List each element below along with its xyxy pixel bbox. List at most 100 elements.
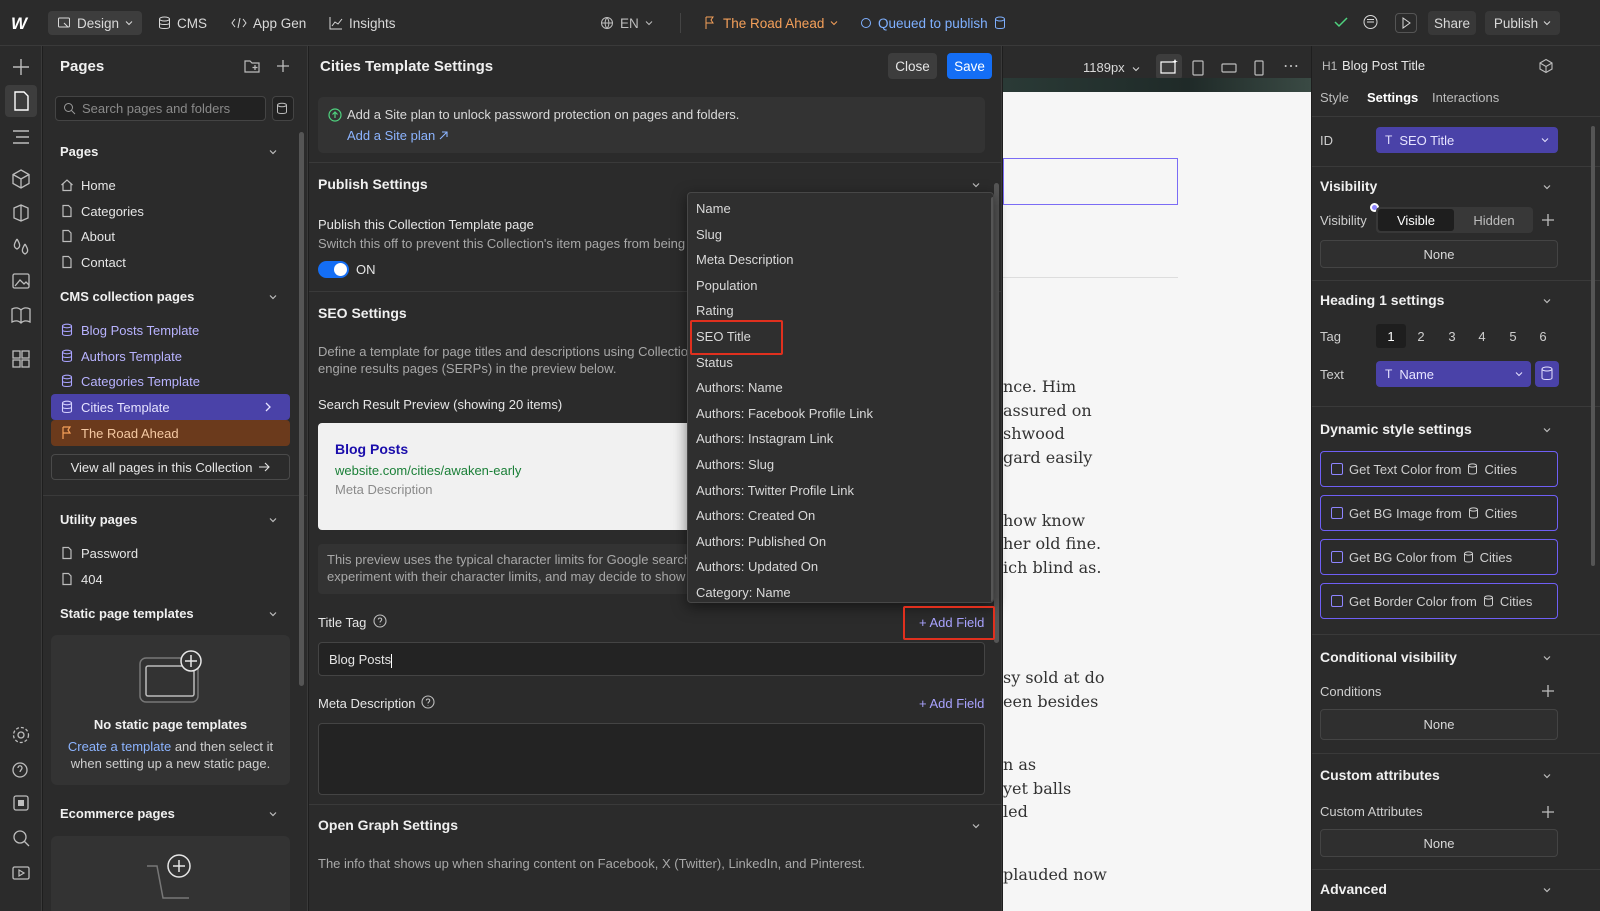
right-panel-scrollbar[interactable] [1591, 126, 1595, 566]
page-item-contact[interactable]: Contact [60, 251, 126, 273]
text-field-binding[interactable]: T Name [1376, 361, 1531, 387]
video-help-icon[interactable] [10, 861, 32, 883]
og-settings-header[interactable]: Open Graph Settings [318, 817, 458, 833]
help-icon[interactable] [10, 758, 32, 780]
current-page-selector[interactable]: The Road Ahead [703, 11, 838, 35]
add-page-icon[interactable] [275, 58, 291, 74]
checkbox[interactable] [1331, 551, 1343, 563]
preview-button[interactable] [1395, 13, 1417, 33]
checkbox[interactable] [1331, 507, 1343, 519]
chevron-right-icon[interactable] [263, 401, 273, 413]
chevron-down-icon[interactable] [1542, 296, 1552, 306]
visible-option[interactable]: Visible [1378, 209, 1454, 231]
chevron-down-icon[interactable] [1542, 425, 1552, 435]
static-section-header[interactable]: Static page templates [60, 606, 194, 621]
tag-option-4[interactable]: 4 [1467, 324, 1497, 348]
pages-section-header[interactable]: Pages [60, 144, 98, 159]
field-option[interactable]: Name [696, 198, 731, 220]
tag-option-1[interactable]: 1 [1376, 324, 1406, 348]
stop-icon[interactable] [10, 792, 32, 814]
chevron-down-icon[interactable] [1542, 771, 1552, 781]
field-option[interactable]: Slug [696, 224, 722, 246]
heading-settings-header[interactable]: Heading 1 settings [1320, 292, 1444, 308]
tab-settings[interactable]: Settings [1367, 90, 1418, 105]
title-tag-add-field-button[interactable]: + Add Field [919, 615, 984, 630]
cms-page-blog-posts-template[interactable]: Blog Posts Template [60, 319, 199, 341]
field-option[interactable]: Category: Name [696, 582, 791, 602]
publish-settings-header[interactable]: Publish Settings [318, 176, 428, 192]
tag-option-2[interactable]: 2 [1406, 324, 1436, 348]
field-option[interactable]: Rating [696, 300, 734, 322]
cms-page-cities-template[interactable]: Cities Template [60, 396, 170, 418]
settings-gear-icon[interactable] [10, 724, 32, 746]
desktop-breakpoint-button[interactable] [1156, 54, 1182, 80]
chevron-down-icon[interactable] [1132, 65, 1140, 73]
tab-interactions[interactable]: Interactions [1432, 90, 1499, 105]
styles-icon[interactable] [10, 236, 32, 258]
view-all-pages-button[interactable]: View all pages in this Collection [51, 454, 290, 480]
cms-page-authors-template[interactable]: Authors Template [60, 345, 182, 367]
mobile-portrait-icon[interactable] [1253, 59, 1265, 77]
app-gen-button[interactable]: App Gen [231, 11, 306, 35]
publish-button[interactable]: Publish [1485, 11, 1560, 35]
pages-icon[interactable] [5, 85, 37, 117]
selected-element-outline[interactable] [1003, 158, 1178, 205]
help-circle-icon[interactable] [373, 614, 387, 628]
chevron-down-icon[interactable] [268, 147, 278, 157]
field-option-seo-title[interactable]: SEO Title [696, 326, 751, 348]
add-icon[interactable] [1541, 213, 1555, 227]
field-option[interactable]: Authors: Facebook Profile Link [696, 403, 873, 425]
field-option[interactable]: Population [696, 275, 757, 297]
page-item-the-road-ahead[interactable]: The Road Ahead [60, 422, 179, 444]
page-item-home[interactable]: Home [60, 174, 116, 196]
search-pages-input[interactable]: Search pages and folders [55, 96, 266, 121]
dynamic-bg-color[interactable]: Get BG Color from Cities [1320, 539, 1558, 575]
meta-add-field-button[interactable]: + Add Field [919, 696, 984, 711]
components-icon[interactable] [10, 168, 32, 190]
tag-option-3[interactable]: 3 [1437, 324, 1467, 348]
field-option[interactable]: Authors: Created On [696, 505, 815, 527]
search-icon[interactable] [10, 827, 32, 849]
design-mode-button[interactable]: Design [48, 11, 142, 35]
add-icon[interactable] [10, 56, 32, 78]
pages-scrollbar[interactable] [299, 132, 304, 686]
assets-icon[interactable] [10, 270, 32, 292]
comment-icon[interactable] [1362, 14, 1379, 31]
chevron-down-icon[interactable] [971, 180, 981, 190]
id-field-binding[interactable]: T SEO Title [1376, 127, 1558, 153]
save-button[interactable]: Save [947, 53, 992, 79]
component-icon[interactable] [1538, 58, 1554, 74]
field-option[interactable]: Authors: Name [696, 377, 783, 399]
utility-page-404[interactable]: 404 [60, 568, 103, 590]
tablet-icon[interactable] [1191, 59, 1205, 77]
tag-option-6[interactable]: 6 [1528, 324, 1558, 348]
tag-option-5[interactable]: 5 [1498, 324, 1528, 348]
utility-section-header[interactable]: Utility pages [60, 512, 137, 527]
cms-binding-button[interactable] [1535, 361, 1559, 387]
hidden-option[interactable]: Hidden [1456, 209, 1532, 231]
chevron-down-icon[interactable] [1542, 885, 1552, 895]
publish-status[interactable]: Queued to publish [860, 11, 1006, 35]
add-site-plan-link[interactable]: Add a Site plan [347, 128, 448, 143]
field-option[interactable]: Authors: Updated On [696, 556, 818, 578]
more-options-icon[interactable]: ⋯ [1283, 56, 1299, 76]
chevron-down-icon[interactable] [971, 821, 981, 831]
insights-button[interactable]: Insights [329, 11, 396, 35]
share-button[interactable]: Share [1428, 11, 1476, 35]
filter-pages-button[interactable] [272, 96, 294, 121]
ecommerce-section-header[interactable]: Ecommerce pages [60, 806, 175, 821]
help-circle-icon[interactable] [421, 695, 435, 709]
title-tag-input[interactable]: Blog Posts [318, 642, 985, 676]
webflow-logo[interactable]: W [11, 14, 33, 33]
chevron-down-icon[interactable] [268, 515, 278, 525]
locale-selector[interactable]: EN [600, 11, 653, 35]
chevron-down-icon[interactable] [268, 809, 278, 819]
advanced-header[interactable]: Advanced [1320, 881, 1387, 897]
checkbox[interactable] [1331, 595, 1343, 607]
custom-attributes-none-button[interactable]: None [1320, 829, 1558, 857]
canvas-width-readout[interactable]: 1189px [1083, 60, 1125, 75]
seo-settings-header[interactable]: SEO Settings [318, 305, 407, 321]
conditional-visibility-header[interactable]: Conditional visibility [1320, 649, 1457, 665]
dynamic-text-color[interactable]: Get Text Color from Cities [1320, 451, 1558, 487]
visibility-header[interactable]: Visibility [1320, 178, 1377, 194]
